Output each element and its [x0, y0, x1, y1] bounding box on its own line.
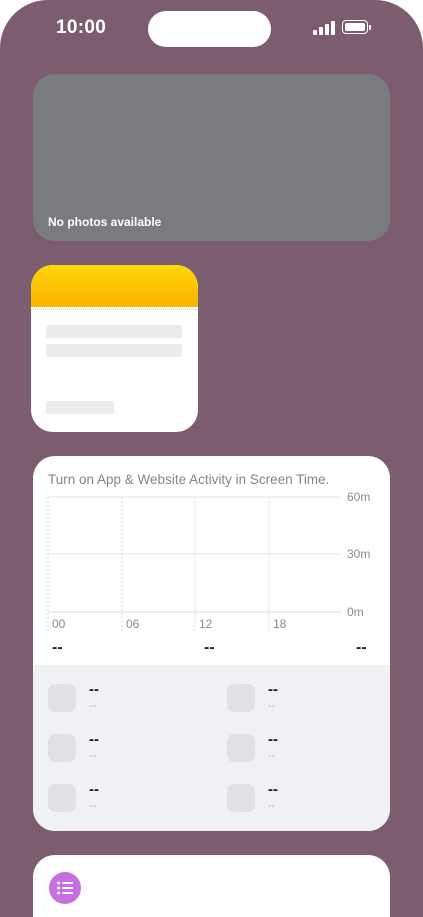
reminders-list-icon [49, 872, 81, 904]
dynamic-island [148, 11, 271, 47]
reminders-widget[interactable] [33, 855, 390, 917]
app-icon [48, 684, 76, 712]
app-time: -- [89, 800, 97, 812]
app-name: -- [89, 681, 99, 698]
x-tick-label: 12 [199, 617, 213, 631]
home-screen: 10:00 No photos available Turn on App & … [0, 0, 423, 917]
app-name: -- [268, 681, 278, 698]
usage-total: -- [204, 639, 215, 656]
app-time: -- [268, 800, 276, 812]
app-icon [48, 784, 76, 812]
y-tick-label: 0m [347, 605, 364, 619]
y-tick-label: 30m [347, 547, 370, 561]
usage-total: -- [356, 639, 367, 656]
status-time: 10:00 [56, 17, 107, 38]
app-icon [227, 784, 255, 812]
note-placeholder-line [46, 401, 114, 414]
battery-icon [342, 20, 368, 34]
x-tick-label: 00 [52, 617, 66, 631]
app-name: -- [89, 781, 99, 798]
app-icon [48, 734, 76, 762]
app-time: -- [89, 700, 97, 712]
battery-tip [369, 25, 371, 30]
notes-widget[interactable] [31, 265, 198, 432]
app-time: -- [89, 750, 97, 762]
y-tick-label: 60m [347, 490, 370, 504]
x-tick-label: 18 [273, 617, 287, 631]
x-tick-label: 06 [126, 617, 140, 631]
notes-header [31, 265, 198, 307]
app-name: -- [268, 731, 278, 748]
screen-time-widget[interactable]: Turn on App & Website Activity in Screen… [33, 456, 390, 831]
app-name: -- [268, 781, 278, 798]
photos-empty-message: No photos available [48, 215, 162, 229]
photos-widget[interactable]: No photos available [33, 74, 390, 241]
signal-icon [313, 21, 335, 35]
usage-total: -- [52, 639, 63, 656]
note-placeholder-line [46, 325, 182, 338]
app-name: -- [89, 731, 99, 748]
usage-chart: 60m 30m 0m 00 06 12 18 [47, 490, 370, 631]
notes-divider [31, 309, 198, 310]
app-icon [227, 684, 255, 712]
app-icon [227, 734, 255, 762]
app-time: -- [268, 750, 276, 762]
app-usage-list: -- -- -- -- -- -- -- -- -- -- -- -- [33, 665, 390, 831]
status-bar: 10:00 [0, 0, 423, 58]
app-time: -- [268, 700, 276, 712]
note-placeholder-line [46, 344, 182, 357]
